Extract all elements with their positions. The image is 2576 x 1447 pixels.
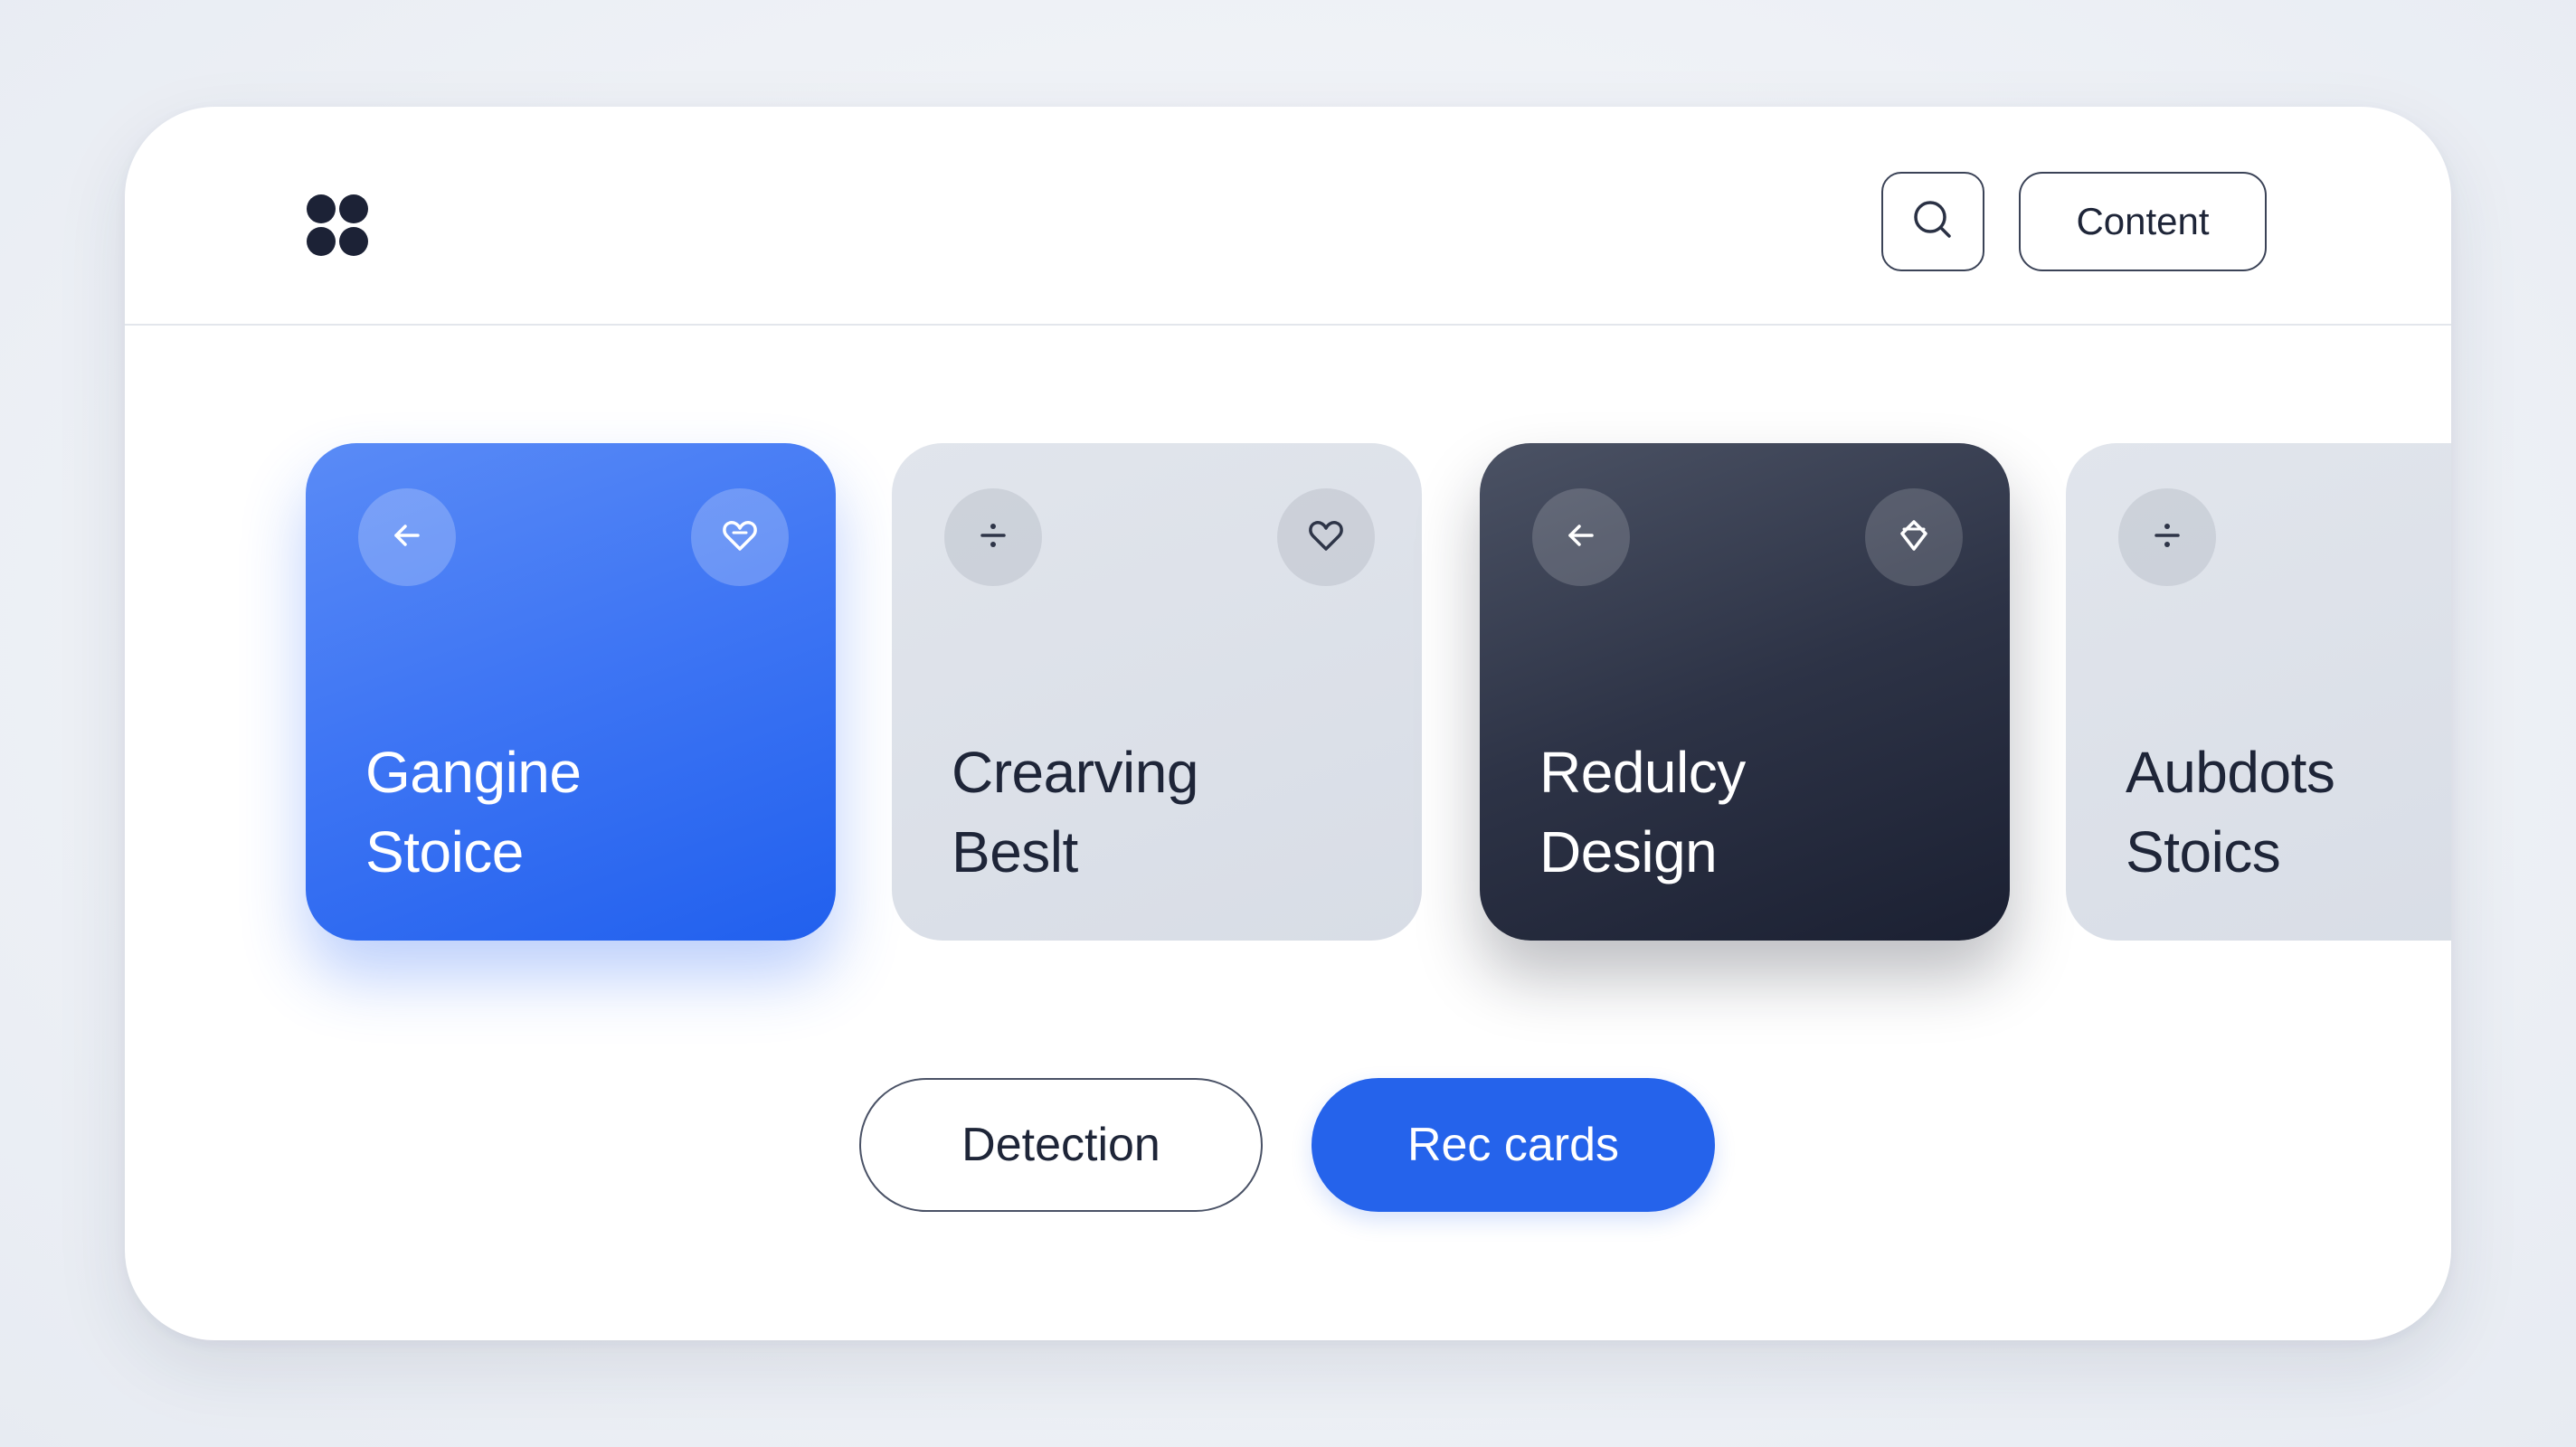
main-panel: Content Gangine Stoice Crearving Beslt R… (125, 107, 2451, 1340)
divide-icon (2147, 515, 2187, 560)
card-title: Aubdots Stoics (2126, 733, 2335, 892)
search-button[interactable] (1881, 172, 1984, 271)
detection-button[interactable]: Detection (859, 1078, 1263, 1212)
rec-cards-button[interactable]: Rec cards (1312, 1078, 1715, 1212)
detection-button-label: Detection (961, 1119, 1160, 1171)
card-title-line2: Stoice (365, 819, 524, 884)
card-title: Gangine Stoice (365, 733, 582, 892)
heart-icon (1305, 515, 1347, 561)
card-crearving-beslt[interactable]: Crearving Beslt (892, 443, 1422, 941)
card-title-line1: Crearving (952, 740, 1198, 805)
card-title-line1: Aubdots (2126, 740, 2335, 805)
rec-cards-button-label: Rec cards (1406, 1119, 1620, 1171)
card-title-line1: Redulcy (1539, 740, 1746, 805)
divide-icon (973, 515, 1013, 560)
card-favorite-button[interactable] (691, 488, 789, 586)
card-aubdots-stoics[interactable]: Aubdots Stoics (2066, 443, 2451, 941)
four-petal-logo-icon[interactable] (306, 194, 369, 257)
top-bar: Content (125, 107, 2451, 326)
card-title-line1: Gangine (365, 740, 582, 805)
card-title-line2: Beslt (952, 819, 1078, 884)
card-gangine-stoice[interactable]: Gangine Stoice (306, 443, 836, 941)
card-title-line2: Design (1539, 819, 1718, 884)
arrow-left-icon (1561, 515, 1601, 560)
card-title-line2: Stoics (2126, 819, 2281, 884)
diamond-icon (1893, 515, 1935, 561)
card-shape-button[interactable] (1865, 488, 1963, 586)
card-title: Redulcy Design (1539, 733, 1746, 892)
card-back-button[interactable] (358, 488, 456, 586)
card-redulcy-design[interactable]: Redulcy Design (1480, 443, 2010, 941)
card-divide-button[interactable] (944, 488, 1042, 586)
card-title: Crearving Beslt (952, 733, 1198, 892)
content-button-label: Content (2076, 200, 2210, 242)
card-favorite-button[interactable] (1277, 488, 1375, 586)
card-back-button[interactable] (1532, 488, 1630, 586)
search-icon (1910, 197, 1956, 247)
arrow-left-icon (387, 515, 427, 560)
content-button[interactable]: Content (2019, 172, 2267, 271)
heart-icon (719, 515, 761, 561)
card-divide-button[interactable] (2118, 488, 2216, 586)
